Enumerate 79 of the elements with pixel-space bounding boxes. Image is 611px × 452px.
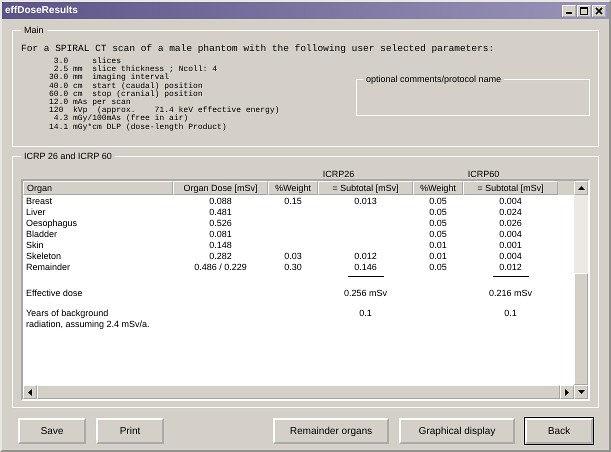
parameter-line: 40.0 cm start (caudal) position xyxy=(49,82,204,91)
table-cell: Skeleton xyxy=(26,251,62,261)
column-header[interactable]: = Subtotal [mSv] xyxy=(318,181,413,195)
table-cell: 0.30 xyxy=(284,262,302,272)
column-header[interactable]: Organ xyxy=(23,181,173,195)
table-cell: 0.1 xyxy=(504,308,517,318)
maximize-button[interactable] xyxy=(577,4,591,16)
table-cell: 0.004 xyxy=(499,196,522,206)
table-cell: 0.01 xyxy=(429,240,447,250)
dialog-button[interactable]: Graphical display xyxy=(399,418,515,444)
table-cell: 0.05 xyxy=(429,218,447,228)
left-arrow-icon xyxy=(28,388,32,396)
close-icon xyxy=(595,6,603,14)
parameter-line: 3.0 slices xyxy=(52,58,122,66)
table-cell: 0.15 xyxy=(284,196,302,206)
parameter-line: 120 kVp (approx. 71.4 keV effective energy) xyxy=(49,107,280,116)
horizontal-scrollbar[interactable] xyxy=(23,385,574,399)
table-cell: 0.004 xyxy=(499,251,522,261)
maximize-icon xyxy=(580,6,588,14)
table-cell: Bladder xyxy=(26,229,58,239)
table-cell: 0.486 / 0.229 xyxy=(194,262,247,272)
close-button[interactable] xyxy=(592,4,606,16)
minimize-icon xyxy=(566,12,572,14)
window-title: effDoseResults xyxy=(5,5,78,16)
table-cell: Breast xyxy=(26,196,52,206)
dialog-button[interactable]: Back xyxy=(525,418,593,444)
table-cell: 0.148 xyxy=(209,240,232,250)
summary-text: For a SPIRAL CT scan of a male phantom with the following user selected parameters: xyxy=(21,43,496,54)
minimize-button[interactable] xyxy=(562,4,576,16)
table-cell: Years of background radiation, assuming 2.4 mSv/a. xyxy=(26,308,150,329)
dialog-button[interactable]: Remainder organs xyxy=(273,418,389,444)
column-header[interactable]: Organ Dose [mSv] xyxy=(173,181,268,195)
group-label: ICRP 26 and ICRP 60 xyxy=(23,151,113,161)
table-cell: 0.05 xyxy=(429,207,447,217)
table-cell: 0.024 xyxy=(499,207,522,217)
dialog-button[interactable]: Print xyxy=(96,418,164,444)
table-cell: 0.05 xyxy=(429,229,447,239)
table-cell: 0.03 xyxy=(284,251,302,261)
parameter-line: 60.0 cm stop (cranial) position xyxy=(49,90,204,99)
table-cell: 0.481 xyxy=(209,207,232,217)
table-cell: 0.004 xyxy=(499,229,522,239)
table-cell: 0.012 xyxy=(354,251,377,261)
parameter-line: 4.3 mGy/100mAs (free in air) xyxy=(52,115,188,124)
table-cell: 0.282 xyxy=(209,251,232,261)
table-cell: 0.013 xyxy=(354,196,377,206)
table-cell: 0.01 xyxy=(429,251,447,261)
dialog-button[interactable]: Save xyxy=(18,418,86,444)
column-header[interactable]: %Weight xyxy=(268,181,318,195)
column-group-heading: ICRP26 xyxy=(322,169,356,179)
table-cell: Effective dose xyxy=(26,288,82,298)
table-cell: 0.081 xyxy=(209,229,232,239)
column-header[interactable]: = Subtotal [mSv] xyxy=(463,181,558,195)
table-cell: 0.146 xyxy=(354,262,377,272)
parameter-line: 12.0 mAs per scan xyxy=(49,99,131,108)
table-cell: Remainder xyxy=(26,262,70,272)
table-cell: Oesophagus xyxy=(26,218,78,228)
table-cell: 0.026 xyxy=(499,218,522,228)
vertical-scrollbar[interactable] xyxy=(574,181,588,399)
table-cell: 0.256 mSv xyxy=(344,288,388,298)
parameter-line: 14.1 mGy*cm DLP (dose-length Product) xyxy=(49,124,228,132)
parameter-line: 2.5 mm slice thickness ; Ncoll: 4 xyxy=(54,66,218,74)
table-cell: 0.088 xyxy=(209,196,232,206)
up-arrow-icon xyxy=(578,186,584,190)
table-cell: 0.001 xyxy=(499,240,522,250)
group-label: Main xyxy=(23,25,45,35)
table-cell: 0.05 xyxy=(429,196,447,206)
table-cell: 0.526 xyxy=(209,218,232,228)
parameter-line: 30.0 mm imaging interval xyxy=(49,74,170,82)
column-header[interactable]: %Weight xyxy=(413,181,463,195)
table-cell: Skin xyxy=(26,240,44,250)
table-cell: 0.1 xyxy=(359,308,372,318)
table-cell: 0.012 xyxy=(499,262,522,272)
group-label: optional comments/protocol name xyxy=(365,74,502,84)
table-cell: 0.216 mSv xyxy=(488,288,532,298)
table-cell: Liver xyxy=(26,207,46,217)
right-arrow-icon xyxy=(565,388,569,396)
column-group-heading: ICRP60 xyxy=(466,169,500,179)
table-cell: 0.05 xyxy=(429,262,447,272)
down-arrow-icon xyxy=(578,390,584,394)
